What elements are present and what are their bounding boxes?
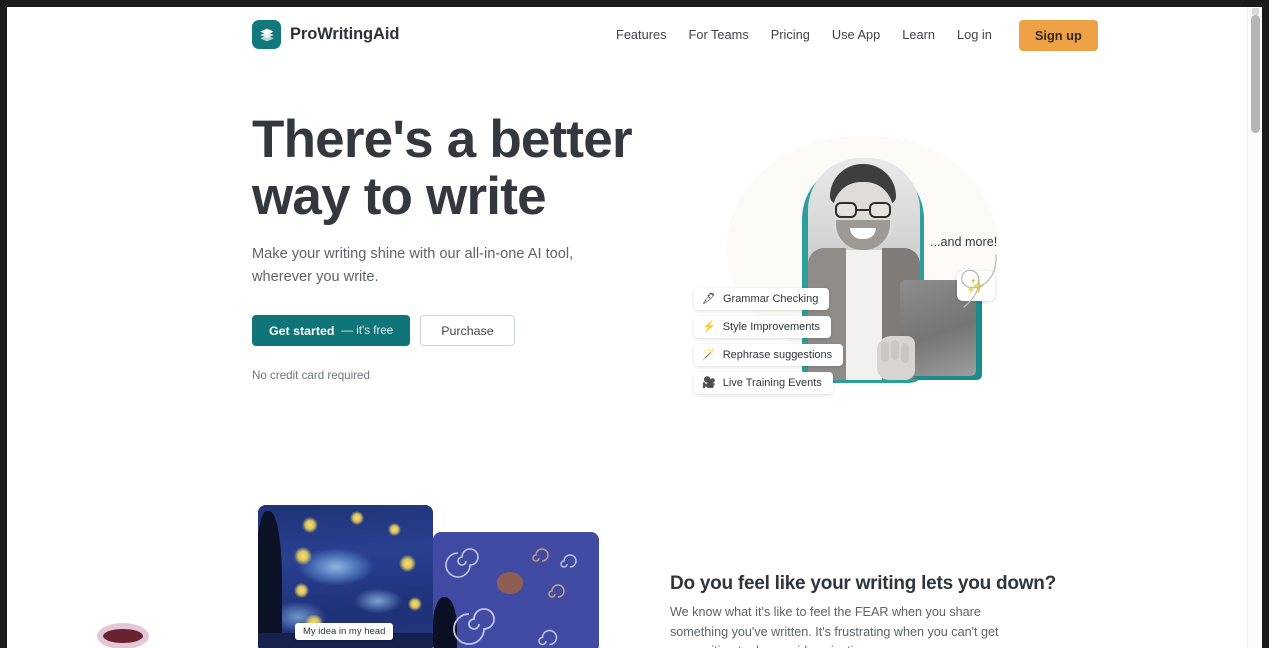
browser-window: ProWritingAid Features For Teams Pricing… bbox=[0, 0, 1269, 648]
finger bbox=[881, 342, 889, 362]
feature-badge-label: Live Training Events bbox=[722, 377, 822, 389]
hero-section: There's a better way to write Make your … bbox=[7, 63, 1247, 483]
starry-night-painting-card: My idea in my head bbox=[258, 505, 433, 648]
feature-badge-label: Grammar Checking bbox=[722, 293, 819, 305]
brand-name: ProWritingAid bbox=[290, 25, 400, 43]
glasses-lens-left bbox=[835, 202, 857, 218]
feature-badge-rephrase-suggestions: 🪄 Rephrase suggestions bbox=[694, 344, 844, 366]
glasses-bridge bbox=[857, 209, 869, 212]
hand-holding-laptop bbox=[877, 336, 915, 380]
video-camera-icon: 🎥 bbox=[702, 376, 716, 389]
finger bbox=[891, 340, 899, 360]
purchase-button[interactable]: Purchase bbox=[420, 315, 515, 346]
brand-logo-link[interactable]: ProWritingAid bbox=[252, 20, 399, 49]
star bbox=[408, 597, 422, 611]
swirl-icon bbox=[453, 608, 495, 645]
sign-up-button[interactable]: Sign up bbox=[1018, 19, 1098, 51]
decorative-swirl bbox=[97, 623, 149, 648]
page-content: ProWritingAid Features For Teams Pricing… bbox=[7, 7, 1247, 648]
nav-link-use-app[interactable]: Use App bbox=[821, 20, 891, 50]
starry-night-label: My idea in my head bbox=[295, 623, 394, 640]
nav-link-for-teams[interactable]: For Teams bbox=[678, 20, 760, 50]
page-viewport: ProWritingAid Features For Teams Pricing… bbox=[7, 7, 1262, 648]
scrollbar-up-arrow[interactable] bbox=[1252, 8, 1259, 15]
feature-badge-style-improvements: ⚡ Style Improvements bbox=[694, 316, 831, 338]
star bbox=[294, 547, 312, 565]
star bbox=[388, 523, 401, 536]
site-header: ProWritingAid Features For Teams Pricing… bbox=[7, 7, 1247, 63]
curved-pointer-line-icon bbox=[961, 254, 997, 308]
quill-pen-icon: 🖋 bbox=[702, 292, 716, 305]
finger bbox=[901, 343, 909, 363]
stacked-pages-icon bbox=[252, 20, 281, 49]
nav-link-features[interactable]: Features bbox=[605, 20, 678, 50]
feature-badge-grammar-checking: 🖋 Grammar Checking bbox=[694, 288, 830, 310]
get-started-label: Get started bbox=[269, 323, 335, 338]
and-more-callout: ...and more! bbox=[930, 235, 998, 249]
hero-cta-group: Get started — it's free Purchase bbox=[252, 315, 515, 346]
vertical-scrollbar[interactable] bbox=[1247, 7, 1262, 648]
swirl-icon bbox=[532, 548, 549, 562]
no-credit-card-note: No credit card required bbox=[252, 369, 370, 382]
feature-badge-label: Rephrase suggestions bbox=[722, 349, 833, 361]
writing-section-heading: Do you feel like your writing lets you d… bbox=[670, 573, 1056, 594]
lightning-bolt-icon: ⚡ bbox=[702, 320, 716, 333]
hero-subtitle: Make your writing shine with our all-in-… bbox=[252, 246, 574, 285]
nav-link-log-in[interactable]: Log in bbox=[946, 20, 1003, 50]
main-navigation: Features For Teams Pricing Use App Learn… bbox=[605, 19, 1098, 51]
scrollbar-thumb[interactable] bbox=[1251, 15, 1260, 133]
feature-badge-live-training-events: 🎥 Live Training Events bbox=[694, 372, 833, 394]
writing-section-body: We know what it's like to feel the FEAR … bbox=[670, 605, 999, 648]
star bbox=[399, 555, 416, 572]
star bbox=[294, 583, 309, 598]
star bbox=[350, 511, 364, 525]
writing-section: My idea in my head Do you feel like your… bbox=[7, 485, 1247, 648]
get-started-suffix: — it's free bbox=[341, 324, 394, 337]
feature-badge-label: Style Improvements bbox=[722, 321, 820, 333]
glasses-lens-right bbox=[869, 202, 891, 218]
swirl-icon bbox=[548, 584, 565, 598]
nav-link-learn[interactable]: Learn bbox=[891, 20, 946, 50]
swirl-icon bbox=[560, 554, 577, 568]
hero-title: There's a better way to write bbox=[252, 110, 633, 226]
cypress-silhouette bbox=[258, 511, 282, 648]
star bbox=[302, 517, 318, 533]
magic-wand-icon: 🪄 bbox=[702, 348, 716, 361]
swirl-icon bbox=[538, 629, 558, 646]
simplified-painting-card bbox=[433, 532, 599, 648]
swirl-icon bbox=[445, 548, 479, 578]
nav-link-pricing[interactable]: Pricing bbox=[760, 20, 821, 50]
orange-blob bbox=[497, 572, 523, 594]
hero-illustration: ✨ ...and more! 🖋 Grammar Checking ⚡ Styl… bbox=[672, 108, 1022, 398]
eyeglasses-icon bbox=[835, 202, 891, 218]
get-started-button[interactable]: Get started — it's free bbox=[252, 315, 411, 346]
feature-badge-list: 🖋 Grammar Checking ⚡ Style Improvements … bbox=[694, 288, 844, 394]
